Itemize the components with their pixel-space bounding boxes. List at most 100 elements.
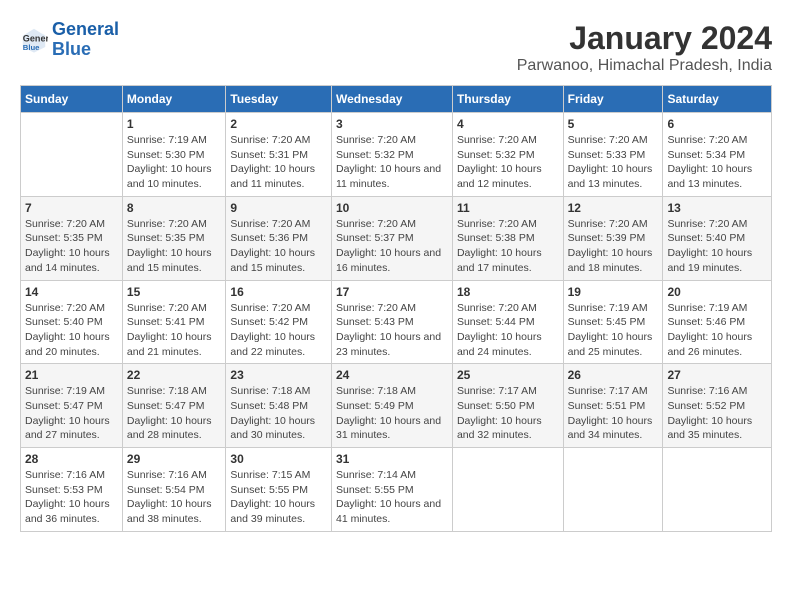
svg-text:General: General — [23, 33, 48, 43]
logo-line2: Blue — [52, 39, 91, 59]
day-info: Sunrise: 7:20 AM Sunset: 5:38 PM Dayligh… — [457, 217, 559, 276]
day-header-monday: Monday — [122, 86, 226, 113]
day-info: Sunrise: 7:20 AM Sunset: 5:37 PM Dayligh… — [336, 217, 448, 276]
day-number: 14 — [25, 285, 118, 299]
calendar-cell: 31Sunrise: 7:14 AM Sunset: 5:55 PM Dayli… — [331, 448, 452, 532]
day-header-tuesday: Tuesday — [226, 86, 332, 113]
day-number: 21 — [25, 368, 118, 382]
day-header-saturday: Saturday — [663, 86, 772, 113]
day-info: Sunrise: 7:19 AM Sunset: 5:30 PM Dayligh… — [127, 133, 222, 192]
calendar-cell: 20 Sunrise: 7:19 AM Sunset: 5:46 PM Dayli… — [663, 280, 772, 364]
calendar-cell: 27 Sunrise: 7:16 AM Sunset: 5:52 PM Dayli… — [663, 364, 772, 448]
day-info: Sunrise: 7:20 AM Sunset: 5:40 PM Dayligh… — [25, 301, 118, 360]
calendar-cell: 11Sunrise: 7:20 AM Sunset: 5:38 PM Dayli… — [452, 196, 563, 280]
day-info: Sunrise: 7:20 AM Sunset: 5:31 PM Dayligh… — [230, 133, 327, 192]
day-number: 15 — [127, 285, 222, 299]
day-header-sunday: Sunday — [21, 86, 123, 113]
calendar-cell: 21 Sunrise: 7:19 AM Sunset: 5:47 PM Dayli… — [21, 364, 123, 448]
logo-text: General Blue — [52, 20, 119, 60]
day-number: 13 — [667, 201, 767, 215]
calendar-cell: 28 Sunrise: 7:16 AM Sunset: 5:53 PM Dayli… — [21, 448, 123, 532]
day-number: 18 — [457, 285, 559, 299]
day-number: 10 — [336, 201, 448, 215]
page-header: General Blue General Blue January 2024 P… — [20, 20, 772, 75]
day-number: 9 — [230, 201, 327, 215]
day-number: 23 — [230, 368, 327, 382]
calendar-cell — [563, 448, 663, 532]
calendar-cell: 23Sunrise: 7:18 AM Sunset: 5:48 PM Dayli… — [226, 364, 332, 448]
calendar-week-row: 7Sunrise: 7:20 AM Sunset: 5:35 PM Daylig… — [21, 196, 772, 280]
day-number: 12 — [568, 201, 659, 215]
calendar-cell: 5Sunrise: 7:20 AM Sunset: 5:33 PM Daylig… — [563, 113, 663, 197]
calendar-cell — [663, 448, 772, 532]
calendar-cell: 10 Sunrise: 7:20 AM Sunset: 5:37 PM Dayli… — [331, 196, 452, 280]
calendar-body: 1 Sunrise: 7:19 AM Sunset: 5:30 PM Daylig… — [21, 113, 772, 532]
day-number: 7 — [25, 201, 118, 215]
calendar-cell — [452, 448, 563, 532]
page-subtitle: Parwanoo, Himachal Pradesh, India — [517, 57, 772, 75]
title-area: January 2024 Parwanoo, Himachal Pradesh,… — [517, 20, 772, 75]
calendar-cell: 24Sunrise: 7:18 AM Sunset: 5:49 PM Dayli… — [331, 364, 452, 448]
day-info: Sunrise: 7:20 AM Sunset: 5:40 PM Dayligh… — [667, 217, 767, 276]
calendar-cell: 14 Sunrise: 7:20 AM Sunset: 5:40 PM Dayli… — [21, 280, 123, 364]
calendar-cell: 9 Sunrise: 7:20 AM Sunset: 5:36 PM Daylig… — [226, 196, 332, 280]
page-title: January 2024 — [517, 20, 772, 57]
calendar-cell: 8Sunrise: 7:20 AM Sunset: 5:35 PM Daylig… — [122, 196, 226, 280]
day-info: Sunrise: 7:20 AM Sunset: 5:39 PM Dayligh… — [568, 217, 659, 276]
day-info: Sunrise: 7:20 AM Sunset: 5:32 PM Dayligh… — [336, 133, 448, 192]
day-info: Sunrise: 7:20 AM Sunset: 5:44 PM Dayligh… — [457, 301, 559, 360]
calendar-cell: 1 Sunrise: 7:19 AM Sunset: 5:30 PM Daylig… — [122, 113, 226, 197]
day-number: 28 — [25, 452, 118, 466]
calendar-week-row: 1 Sunrise: 7:19 AM Sunset: 5:30 PM Daylig… — [21, 113, 772, 197]
calendar-cell: 30 Sunrise: 7:15 AM Sunset: 5:55 PM Dayli… — [226, 448, 332, 532]
day-info: Sunrise: 7:18 AM Sunset: 5:47 PM Dayligh… — [127, 384, 222, 443]
day-number: 22 — [127, 368, 222, 382]
day-info: Sunrise: 7:14 AM Sunset: 5:55 PM Dayligh… — [336, 468, 448, 527]
day-info: Sunrise: 7:20 AM Sunset: 5:42 PM Dayligh… — [230, 301, 327, 360]
calendar-cell: 13 Sunrise: 7:20 AM Sunset: 5:40 PM Dayli… — [663, 196, 772, 280]
logo: General Blue General Blue — [20, 20, 119, 60]
calendar-cell: 7Sunrise: 7:20 AM Sunset: 5:35 PM Daylig… — [21, 196, 123, 280]
calendar-week-row: 28 Sunrise: 7:16 AM Sunset: 5:53 PM Dayli… — [21, 448, 772, 532]
day-number: 27 — [667, 368, 767, 382]
day-number: 20 — [667, 285, 767, 299]
day-info: Sunrise: 7:20 AM Sunset: 5:43 PM Dayligh… — [336, 301, 448, 360]
day-info: Sunrise: 7:20 AM Sunset: 5:34 PM Dayligh… — [667, 133, 767, 192]
calendar-cell: 16Sunrise: 7:20 AM Sunset: 5:42 PM Dayli… — [226, 280, 332, 364]
svg-text:Blue: Blue — [23, 43, 40, 52]
day-number: 4 — [457, 117, 559, 131]
day-number: 1 — [127, 117, 222, 131]
day-header-friday: Friday — [563, 86, 663, 113]
day-info: Sunrise: 7:19 AM Sunset: 5:45 PM Dayligh… — [568, 301, 659, 360]
day-info: Sunrise: 7:16 AM Sunset: 5:53 PM Dayligh… — [25, 468, 118, 527]
day-number: 26 — [568, 368, 659, 382]
day-number: 30 — [230, 452, 327, 466]
calendar-week-row: 14 Sunrise: 7:20 AM Sunset: 5:40 PM Dayli… — [21, 280, 772, 364]
calendar-cell: 29 Sunrise: 7:16 AM Sunset: 5:54 PM Dayli… — [122, 448, 226, 532]
day-info: Sunrise: 7:20 AM Sunset: 5:32 PM Dayligh… — [457, 133, 559, 192]
calendar-cell: 12 Sunrise: 7:20 AM Sunset: 5:39 PM Dayli… — [563, 196, 663, 280]
day-info: Sunrise: 7:19 AM Sunset: 5:47 PM Dayligh… — [25, 384, 118, 443]
day-number: 3 — [336, 117, 448, 131]
calendar-cell: 26 Sunrise: 7:17 AM Sunset: 5:51 PM Dayli… — [563, 364, 663, 448]
calendar-cell: 3 Sunrise: 7:20 AM Sunset: 5:32 PM Daylig… — [331, 113, 452, 197]
day-number: 24 — [336, 368, 448, 382]
day-info: Sunrise: 7:19 AM Sunset: 5:46 PM Dayligh… — [667, 301, 767, 360]
day-info: Sunrise: 7:15 AM Sunset: 5:55 PM Dayligh… — [230, 468, 327, 527]
day-info: Sunrise: 7:20 AM Sunset: 5:33 PM Dayligh… — [568, 133, 659, 192]
day-info: Sunrise: 7:16 AM Sunset: 5:54 PM Dayligh… — [127, 468, 222, 527]
day-info: Sunrise: 7:17 AM Sunset: 5:50 PM Dayligh… — [457, 384, 559, 443]
day-info: Sunrise: 7:17 AM Sunset: 5:51 PM Dayligh… — [568, 384, 659, 443]
day-number: 29 — [127, 452, 222, 466]
calendar-header-row: SundayMondayTuesdayWednesdayThursdayFrid… — [21, 86, 772, 113]
calendar-cell — [21, 113, 123, 197]
day-header-thursday: Thursday — [452, 86, 563, 113]
calendar-cell: 2Sunrise: 7:20 AM Sunset: 5:31 PM Daylig… — [226, 113, 332, 197]
day-info: Sunrise: 7:16 AM Sunset: 5:52 PM Dayligh… — [667, 384, 767, 443]
day-info: Sunrise: 7:20 AM Sunset: 5:36 PM Dayligh… — [230, 217, 327, 276]
calendar-cell: 19 Sunrise: 7:19 AM Sunset: 5:45 PM Dayli… — [563, 280, 663, 364]
logo-icon: General Blue — [20, 26, 48, 54]
logo-line1: General — [52, 19, 119, 39]
calendar-table: SundayMondayTuesdayWednesdayThursdayFrid… — [20, 85, 772, 532]
day-number: 19 — [568, 285, 659, 299]
